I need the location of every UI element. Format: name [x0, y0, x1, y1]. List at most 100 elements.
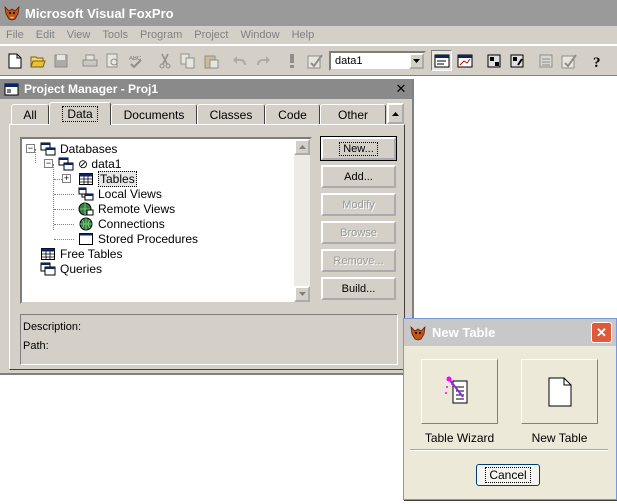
- tree-item-stored-procedures[interactable]: Stored Procedures: [78, 231, 198, 246]
- tree-label-connections: Connections: [98, 216, 165, 231]
- menu-window[interactable]: Window: [234, 29, 285, 41]
- menu-project[interactable]: Project: [188, 29, 234, 41]
- tab-other[interactable]: Other: [320, 104, 386, 125]
- tree-label-stored-procedures: Stored Procedures: [98, 231, 199, 246]
- modify-form-button[interactable]: [304, 50, 325, 71]
- stored-procedures-icon: [78, 232, 94, 246]
- database-designer-button[interactable]: [483, 50, 504, 71]
- foxpro-logo-icon: [410, 325, 426, 340]
- data-session-icon: [457, 54, 472, 67]
- collapse-arrow-icon[interactable]: [387, 103, 404, 124]
- report-designer-button[interactable]: [535, 50, 556, 71]
- tab-all[interactable]: All: [11, 104, 49, 125]
- printer-icon: [82, 54, 97, 66]
- scissors-icon: [159, 53, 170, 68]
- tab-code[interactable]: Code: [265, 104, 320, 125]
- report-designer-icon: [539, 54, 552, 67]
- cancel-button[interactable]: Cancel: [476, 464, 540, 486]
- form-designer-icon: [510, 54, 523, 67]
- modify-button[interactable]: Modify: [321, 193, 396, 216]
- tab-documents-label: Documents: [123, 108, 185, 122]
- project-tree[interactable]: − Databases − ⊘ data1 + Tables Local Vie…: [20, 137, 312, 304]
- close-icon[interactable]: ✕: [591, 322, 612, 343]
- tab-other-label: Other: [337, 108, 368, 122]
- chevron-down-icon[interactable]: [409, 52, 424, 69]
- print-button[interactable]: [79, 50, 100, 71]
- data1-expander[interactable]: −: [44, 159, 53, 168]
- tree-item-data1[interactable]: ⊘ data1: [58, 156, 121, 171]
- menu-edit[interactable]: Edit: [30, 29, 61, 41]
- add-button[interactable]: Add...: [321, 165, 396, 188]
- tree-scrollbar[interactable]: [294, 139, 310, 302]
- save-button[interactable]: [50, 50, 71, 71]
- paste-button[interactable]: [200, 50, 221, 71]
- new-file-button[interactable]: [4, 50, 25, 71]
- print-preview-button[interactable]: [102, 50, 123, 71]
- exclamation-run-icon: [289, 53, 294, 68]
- menu-help[interactable]: Help: [286, 29, 321, 41]
- data-session-button[interactable]: [454, 50, 475, 71]
- databases-expander[interactable]: −: [26, 144, 35, 153]
- tab-classes[interactable]: Classes: [197, 104, 265, 125]
- tables-expander[interactable]: +: [62, 174, 71, 183]
- app-title: Microsoft Visual FoxPro: [25, 5, 174, 21]
- free-tables-icon: [40, 247, 56, 261]
- menu-program[interactable]: Program: [134, 29, 188, 41]
- open-button[interactable]: [27, 50, 48, 71]
- database-combo[interactable]: data1: [329, 50, 426, 71]
- new-table-dialog: New Table ✕ Table Wizard New Table Cance…: [403, 318, 617, 500]
- add-button-label: Add...: [344, 170, 373, 183]
- tab-classes-label: Classes: [209, 108, 253, 122]
- project-manager-icon: [4, 83, 19, 95]
- tab-data[interactable]: Data: [49, 102, 111, 125]
- remove-button-label: Remove...: [333, 254, 384, 267]
- standard-toolbar: ABC data1 ?: [0, 46, 617, 76]
- table-wizard-icon: [444, 376, 467, 403]
- tree-item-queries[interactable]: Queries: [40, 261, 102, 276]
- scroll-down-icon[interactable]: [294, 286, 310, 302]
- help-button[interactable]: ?: [587, 50, 608, 71]
- browse-button-label: Browse: [340, 226, 377, 239]
- new-table-button[interactable]: [521, 359, 598, 424]
- tree-item-tables[interactable]: Tables: [78, 170, 137, 187]
- command-window-button[interactable]: [431, 50, 452, 71]
- build-button-label: Build...: [341, 282, 376, 295]
- form-designer-button[interactable]: [506, 50, 527, 71]
- project-tabs: All Data Documents Classes Code Other: [11, 101, 386, 125]
- undo-button[interactable]: [229, 50, 250, 71]
- tree-item-remote-views[interactable]: Remote Views: [78, 201, 175, 216]
- new-button[interactable]: New...: [320, 136, 397, 161]
- menu-view[interactable]: View: [61, 29, 97, 41]
- build-button[interactable]: Build...: [321, 277, 396, 300]
- menu-file[interactable]: File: [0, 29, 30, 41]
- browse-button[interactable]: Browse: [321, 221, 396, 244]
- tab-code-label: Code: [278, 108, 307, 122]
- close-icon[interactable]: ✕: [394, 81, 408, 96]
- tree-item-databases[interactable]: Databases: [40, 141, 117, 156]
- tab-all-label: All: [23, 108, 37, 122]
- modify-form-icon: [307, 53, 323, 68]
- table-wizard-button[interactable]: [421, 359, 498, 424]
- scroll-up-icon[interactable]: [294, 139, 310, 155]
- database-designer-icon: [487, 54, 500, 67]
- copy-button[interactable]: [177, 50, 198, 71]
- new-table-title-bar[interactable]: New Table ✕: [404, 319, 616, 346]
- description-area: Description: Path:: [20, 314, 398, 365]
- tree-item-free-tables[interactable]: Free Tables: [40, 246, 122, 261]
- tree-item-connections[interactable]: Connections: [78, 216, 165, 231]
- remove-button[interactable]: Remove...: [321, 249, 396, 272]
- queries-icon: [40, 262, 56, 276]
- menu-tools[interactable]: Tools: [96, 29, 134, 41]
- spelling-button[interactable]: ABC: [125, 50, 146, 71]
- project-manager-title-bar[interactable]: Project Manager - Proj1: [0, 79, 412, 99]
- cut-button[interactable]: [154, 50, 175, 71]
- table-wizard-label: Table Wizard: [424, 431, 495, 445]
- redo-button[interactable]: [252, 50, 273, 71]
- modify-report-button[interactable]: [558, 50, 579, 71]
- table-grid-icon: [78, 172, 94, 186]
- tab-documents[interactable]: Documents: [111, 104, 197, 125]
- run-button[interactable]: [281, 50, 302, 71]
- new-button-label: New...: [339, 141, 378, 156]
- tree-item-local-views[interactable]: Local Views: [78, 186, 162, 201]
- undo-arrow-icon: [232, 55, 246, 65]
